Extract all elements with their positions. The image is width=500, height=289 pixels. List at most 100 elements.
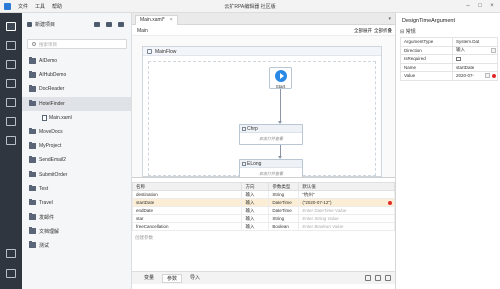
arg-direction-cell[interactable]: 输入	[241, 222, 270, 231]
zoom-icon[interactable]	[375, 275, 381, 281]
import-icon[interactable]	[118, 22, 124, 27]
arg-name-cell[interactable]: freeCancellation	[131, 222, 243, 231]
breadcrumb[interactable]: Main	[137, 28, 148, 34]
tab-arguments[interactable]: 参数	[162, 274, 183, 283]
flowchart-container[interactable]: MainFlow Start Chrp 双击打开查看 ELong 双击打开查看	[142, 46, 382, 177]
arg-type-cell[interactable]: String	[268, 214, 300, 223]
flowchart-title: MainFlow	[155, 49, 177, 55]
arg-direction-cell[interactable]: 输入	[241, 190, 270, 199]
project-folder-item[interactable]: HotelFinder	[22, 96, 131, 111]
flowchart-body[interactable]: Start Chrp 双击打开查看 ELong 双击打开查看	[148, 61, 376, 177]
activity-chrp[interactable]: Chrp 双击打开查看	[239, 124, 303, 145]
tab-variables[interactable]: 变量	[140, 274, 158, 283]
tab-close-icon[interactable]: ×	[170, 17, 173, 23]
calendar-nav-icon[interactable]	[6, 79, 16, 88]
project-folder-item[interactable]: SubmitOrder	[22, 168, 131, 182]
col-header-default[interactable]: 默认值	[298, 182, 395, 191]
isrequired-checkbox[interactable]	[456, 56, 461, 62]
property-value-name[interactable]: startDate	[452, 62, 498, 72]
projects-nav-icon[interactable]	[6, 22, 16, 31]
project-folder-item[interactable]: 文档理解	[22, 224, 131, 238]
property-value-isrequired[interactable]	[452, 54, 498, 64]
search-icon	[32, 42, 36, 46]
argument-row[interactable]: destination 输入 String "杭州"	[131, 190, 395, 199]
market-nav-icon[interactable]	[6, 60, 16, 69]
arg-direction-cell[interactable]: 输入	[241, 198, 270, 207]
arg-name-cell[interactable]: startDate	[131, 198, 243, 207]
arg-default-cell[interactable]: Enter DateTime Value	[298, 206, 395, 215]
dropdown-icon[interactable]	[491, 47, 496, 53]
settings-nav-icon[interactable]	[6, 269, 16, 278]
tab-dropdown-icon[interactable]: ▾	[388, 16, 391, 22]
arg-default-cell[interactable]: Enter Boolean Value	[298, 222, 395, 231]
project-folder-item[interactable]: Test	[22, 182, 131, 196]
pan-hand-icon[interactable]	[365, 275, 371, 281]
project-file-item[interactable]: Main.xaml	[22, 111, 131, 125]
expression-editor-icon[interactable]	[485, 73, 490, 78]
project-folder-item[interactable]: MyProject	[22, 139, 131, 153]
expand-all-button[interactable]: 全部展开	[354, 28, 372, 34]
arg-default-cell[interactable]: Enter String Value	[298, 214, 395, 223]
arg-type-cell[interactable]: DateTime	[268, 198, 300, 207]
argument-row[interactable]: star 输入 String Enter String Value	[131, 214, 395, 223]
activity-title: ELong	[247, 161, 262, 167]
tools-nav-icon[interactable]	[6, 117, 16, 126]
flowchart-header[interactable]: MainFlow	[143, 47, 381, 56]
project-folder-item[interactable]: AIDemo	[22, 54, 131, 68]
project-search[interactable]	[27, 39, 127, 49]
tab-imports[interactable]: 导入	[186, 274, 204, 283]
project-folder-item[interactable]: MoveDocs	[22, 125, 131, 139]
argument-row[interactable]: startDate 输入 DateTime ("2020-07-12")	[131, 198, 395, 207]
save-icon[interactable]	[94, 22, 100, 27]
project-item-label: SubmitOrder	[39, 171, 68, 178]
project-search-input[interactable]	[39, 41, 125, 48]
components-nav-icon[interactable]	[6, 41, 16, 50]
tab-main-xaml[interactable]: Main.xaml* ×	[135, 15, 178, 25]
lock-nav-icon[interactable]	[6, 249, 16, 258]
arg-type-cell[interactable]: Boolean	[268, 222, 300, 231]
arg-default-cell[interactable]: ("2020-07-12")	[298, 198, 395, 207]
project-folder-item[interactable]: SendEmail2	[22, 153, 131, 167]
fit-screen-icon[interactable]	[385, 275, 391, 281]
arg-name-cell[interactable]: star	[131, 214, 243, 223]
project-folder-item[interactable]: 测试	[22, 238, 131, 252]
property-value-value[interactable]: 2020-07-	[452, 71, 498, 81]
property-value-argumenttype[interactable]: System.Dat	[452, 37, 498, 47]
arg-direction-cell[interactable]: 输入	[241, 214, 270, 223]
arg-name-cell[interactable]: destination	[131, 190, 243, 199]
maximize-icon[interactable]: □	[476, 2, 484, 10]
create-argument-button[interactable]: 创建参数	[135, 235, 153, 241]
arg-direction-cell[interactable]: 输入	[241, 206, 270, 215]
property-value-direction[interactable]: 输入	[452, 45, 498, 55]
apps-nav-icon[interactable]	[6, 136, 16, 145]
new-project-button[interactable]: 新建项目	[27, 21, 55, 28]
arg-type-cell[interactable]: String	[268, 190, 300, 199]
start-node[interactable]: Start	[269, 67, 292, 89]
project-folder-item[interactable]: AIHubDemo	[22, 68, 131, 82]
folder-icon	[29, 213, 36, 220]
arg-default-cell[interactable]: "杭州"	[298, 190, 395, 199]
project-folder-item[interactable]: DocReader	[22, 82, 131, 96]
minimize-icon[interactable]: –	[464, 2, 472, 10]
document-nav-icon[interactable]	[6, 98, 16, 107]
project-folder-item[interactable]: 发邮件	[22, 210, 131, 224]
col-header-direction[interactable]: 方向	[241, 182, 270, 191]
collapse-all-button[interactable]: 全部折叠	[374, 28, 392, 34]
activity-elong[interactable]: ELong 双击打开查看	[239, 159, 303, 177]
arg-name-cell[interactable]: endDate	[131, 206, 243, 215]
error-icon	[492, 74, 496, 78]
value-text: 2020-07-	[456, 73, 475, 79]
project-item-label: MyProject	[39, 143, 62, 150]
designer-canvas[interactable]: MainFlow Start Chrp 双击打开查看 ELong 双击打开查看	[132, 36, 395, 177]
argument-row[interactable]: freeCancellation 输入 Boolean Enter Boolean V…	[131, 222, 395, 231]
col-header-name[interactable]: 名称	[131, 182, 243, 191]
col-header-type[interactable]: 参数类型	[268, 182, 300, 191]
open-folder-icon[interactable]	[106, 22, 112, 27]
folder-icon	[29, 128, 36, 135]
folder-icon	[29, 142, 36, 149]
project-folder-item[interactable]: Travel	[22, 196, 131, 210]
arg-type-cell[interactable]: DateTime	[268, 206, 300, 215]
close-icon[interactable]: ×	[488, 2, 496, 10]
argument-row[interactable]: endDate 输入 DateTime Enter DateTime Value	[131, 206, 395, 215]
property-group-general[interactable]: ⊟ 常规	[400, 28, 416, 35]
